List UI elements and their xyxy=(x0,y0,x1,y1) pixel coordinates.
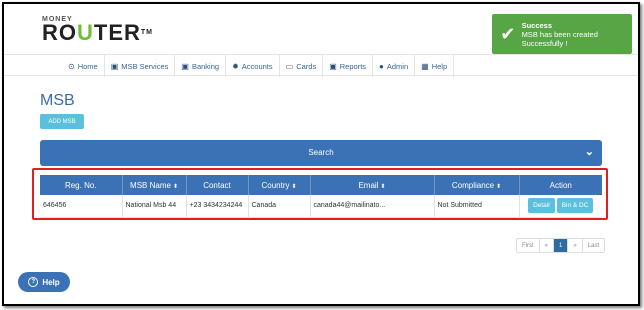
home-icon: ⊙ xyxy=(68,61,75,71)
nav-cards[interactable]: ▭ Cards xyxy=(280,55,324,77)
help-label: Help xyxy=(42,277,60,287)
pager-prev[interactable]: « xyxy=(540,239,555,252)
logo-u: U xyxy=(77,20,94,45)
cell-msb-name: National Msb 44 xyxy=(122,195,187,218)
header-label: Country xyxy=(261,180,290,190)
header-label: MSB Name xyxy=(130,180,171,190)
logo-part: RO xyxy=(42,20,77,45)
pagination: First « 1 » Last xyxy=(516,238,606,253)
pager-first[interactable]: First xyxy=(517,239,540,252)
header-label: Contact xyxy=(203,180,231,190)
cell-email: canada44@mailinato... xyxy=(310,195,435,218)
chevron-down-icon: ⌄ xyxy=(584,146,594,158)
header-label: Reg. No. xyxy=(64,180,97,190)
col-reg-no: Reg. No. xyxy=(40,175,123,195)
nav-accounts[interactable]: ✹ Accounts xyxy=(226,55,280,77)
bin-dc-button[interactable]: Bin & DC xyxy=(556,198,594,214)
nav-label: Accounts xyxy=(241,61,273,71)
pager-last[interactable]: Last xyxy=(583,239,604,252)
logo-tm: TM xyxy=(140,29,153,36)
pager-page-1[interactable]: 1 xyxy=(554,239,569,252)
sort-icon: ⬍ xyxy=(380,183,386,190)
nav-label: MSB Services xyxy=(121,61,169,71)
header-label: Action xyxy=(549,180,572,190)
table-header-row: Reg. No. MSB Name ⬍ Contact Country ⬍ Emai… xyxy=(40,175,602,195)
nav-label: Banking xyxy=(191,61,220,71)
nav-msb-services[interactable]: ▣ MSB Services xyxy=(105,55,176,77)
cell-compliance: Not Submitted xyxy=(434,195,520,218)
cell-country: Canada xyxy=(248,195,311,218)
add-msb-button[interactable]: ADD MSB xyxy=(40,114,84,129)
col-contact: Contact xyxy=(186,175,249,195)
nav-reports[interactable]: ▣ Reports xyxy=(323,55,374,77)
app-frame: MONEY ROUTERTM ✔ Success MSB has been cr… xyxy=(2,2,640,306)
nav-label: Admin xyxy=(386,61,409,71)
cell-contact: +23 3434234244 xyxy=(186,195,249,218)
nav-admin[interactable]: ● Admin xyxy=(373,55,416,77)
help-button[interactable]: ? Help xyxy=(18,272,70,292)
nav-label: Help xyxy=(431,61,448,71)
col-email[interactable]: Email ⬍ xyxy=(310,175,435,195)
col-msb-name[interactable]: MSB Name ⬍ xyxy=(122,175,187,195)
check-icon: ✔ xyxy=(500,23,516,44)
search-label: Search xyxy=(308,148,334,157)
toast-title: Success xyxy=(521,20,553,30)
toast-message: MSB has been created Successfully ! xyxy=(521,29,598,48)
logo-main-text: ROUTERTM xyxy=(42,20,153,45)
header-label: Compliance xyxy=(451,180,495,190)
page-title: MSB xyxy=(40,92,75,109)
nav-banking[interactable]: ▣ Banking xyxy=(175,55,227,77)
col-country[interactable]: Country ⬍ xyxy=(248,175,311,195)
pager-next[interactable]: » xyxy=(568,239,583,252)
question-icon: ? xyxy=(28,277,39,287)
detail-button[interactable]: Detail xyxy=(528,198,555,214)
user-icon: ● xyxy=(379,61,384,71)
nav-label: Cards xyxy=(296,61,317,71)
sort-icon: ⬍ xyxy=(496,183,502,190)
nav-label: Home xyxy=(77,61,98,71)
grid-icon: ▦ xyxy=(421,61,429,71)
document-icon: ▣ xyxy=(110,61,119,71)
search-panel-toggle[interactable]: Search ⌄ xyxy=(40,140,602,166)
cell-action: Detail Bin & DC xyxy=(519,195,602,218)
logo-part: TER xyxy=(93,20,141,45)
header-label: Email xyxy=(358,180,379,190)
sort-icon: ⬍ xyxy=(172,183,178,190)
nav-help[interactable]: ▦ Help xyxy=(415,55,455,77)
msb-table: Reg. No. MSB Name ⬍ Contact Country ⬍ Emai… xyxy=(40,175,602,218)
logo: MONEY ROUTERTM xyxy=(42,16,153,45)
success-toast[interactable]: ✔ Success MSB has been created Successfu… xyxy=(492,14,632,54)
nav-label: Reports xyxy=(339,61,367,71)
col-action: Action xyxy=(519,175,602,195)
table-row: 646456 National Msb 44 +23 3434234244 Ca… xyxy=(40,195,602,218)
nav-home[interactable]: ⊙ Home xyxy=(62,55,105,77)
col-compliance[interactable]: Compliance ⬍ xyxy=(434,175,520,195)
toast-text: Success MSB has been created Successfull… xyxy=(522,21,632,48)
sort-icon: ⬍ xyxy=(291,183,297,190)
document-icon: ▣ xyxy=(181,61,189,71)
main-nav: ⊙ Home ▣ MSB Services ▣ Banking ✹ Accounts ▭… xyxy=(4,54,638,77)
gear-icon: ✹ xyxy=(232,61,239,71)
document-icon: ▣ xyxy=(329,61,337,71)
cell-reg-no: 646456 xyxy=(40,195,123,218)
card-icon: ▭ xyxy=(285,61,294,71)
